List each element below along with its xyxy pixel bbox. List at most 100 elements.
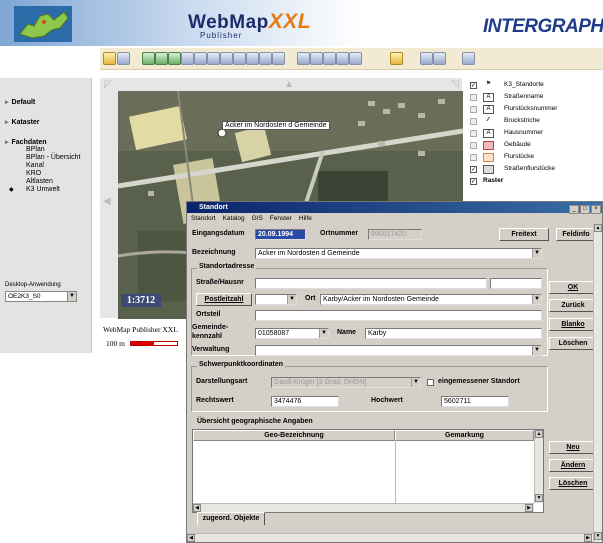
zoom-extent-icon[interactable] — [194, 52, 207, 65]
bookmark-icon[interactable] — [390, 52, 403, 65]
loeschen-button[interactable]: Löschen — [549, 337, 597, 350]
next-view-icon[interactable] — [220, 52, 233, 65]
loeschen-entry-button[interactable]: Löschen — [549, 477, 597, 490]
refresh-icon[interactable] — [233, 52, 246, 65]
layers-icon[interactable] — [246, 52, 259, 65]
redline-icon[interactable] — [336, 52, 349, 65]
table-icon[interactable] — [349, 52, 362, 65]
theme-item-active[interactable]: K3 Umwelt — [26, 186, 60, 193]
window-icon[interactable] — [117, 52, 130, 65]
zoom-out-icon[interactable] — [155, 52, 168, 65]
table-vscrollbar[interactable]: ▲ ▼ — [534, 430, 543, 503]
table-hscrollbar[interactable]: ◀ ▶ — [193, 503, 534, 512]
pan-icon[interactable] — [181, 52, 194, 65]
zoom-in-icon[interactable] — [142, 52, 155, 65]
aendern-button[interactable]: Ändern — [549, 459, 597, 472]
column-header-geo[interactable]: Geo-Bezeichnung — [193, 430, 395, 441]
column-header-gemarkung[interactable]: Gemarkung — [395, 430, 534, 441]
select-icon[interactable] — [323, 52, 336, 65]
search-icon[interactable] — [420, 52, 433, 65]
layer-checkbox[interactable] — [470, 154, 477, 161]
eingangsdatum-field[interactable]: 20.09.1994 — [255, 229, 306, 240]
group-kataster[interactable]: Kataster — [5, 118, 40, 126]
name-field[interactable]: Karby — [365, 328, 542, 339]
zurueck-button[interactable]: Zurück — [549, 299, 597, 312]
theme-item[interactable]: Altlasten — [26, 178, 53, 185]
home-icon[interactable] — [272, 52, 285, 65]
dialog-hscrollbar[interactable]: ◀ ▶ — [187, 533, 593, 542]
scroll-left-icon[interactable]: ◀ — [193, 504, 201, 512]
scroll-up-icon[interactable]: ▲ — [535, 430, 543, 438]
blanko-button[interactable]: Blanko — [549, 318, 597, 331]
ok-button[interactable]: OK — [549, 281, 597, 294]
zoom-window-icon[interactable] — [168, 52, 181, 65]
hochwert-field[interactable]: 5602711 — [441, 396, 509, 407]
menu-gis[interactable]: GIS — [252, 215, 263, 222]
rechtswert-field[interactable]: 3474476 — [271, 396, 339, 407]
dialog-vscrollbar[interactable]: ▲ ▼ — [593, 224, 602, 542]
layer-checkbox[interactable]: ✓ — [470, 166, 477, 173]
layer-checkbox[interactable] — [470, 130, 477, 137]
gemeindekennzahl-field[interactable]: 01058087 ▼ — [255, 328, 329, 339]
desktop-select[interactable]: OE2K3_S0 ▼ — [5, 291, 77, 302]
pan-northeast-icon[interactable]: ◹ — [451, 79, 459, 90]
theme-item[interactable]: Kanal — [26, 162, 44, 169]
menu-standort[interactable]: Standort — [191, 215, 216, 222]
neu-button[interactable]: Neu — [549, 441, 597, 454]
minimize-icon[interactable]: _ — [569, 205, 579, 214]
group-default[interactable]: Default — [5, 98, 36, 106]
strasse-field[interactable] — [255, 278, 487, 289]
layer-checkbox[interactable]: ✓ — [470, 82, 477, 89]
print-icon[interactable] — [103, 52, 116, 65]
ort-field[interactable]: Karby/Acker im Nordosten Gemeinde ▼ — [320, 294, 542, 305]
ortsteil-field[interactable] — [255, 310, 542, 321]
eingemessen-checkbox[interactable] — [427, 379, 434, 386]
settings-icon[interactable] — [433, 52, 446, 65]
pan-north-icon[interactable]: ▲ — [284, 79, 294, 90]
menu-katalog[interactable]: Katalog — [223, 215, 245, 222]
menu-hilfe[interactable]: Hilfe — [299, 215, 312, 222]
postleitzahl-button[interactable]: Postleitzahl — [196, 293, 252, 306]
postleitzahl-field[interactable]: ▼ — [255, 294, 297, 305]
close-icon[interactable]: × — [591, 205, 601, 214]
ortnummer-field[interactable]: 990017420 — [368, 229, 422, 240]
geo-table[interactable]: Geo-Bezeichnung Gemarkung ▲ ▼ ◀ ▶ — [192, 429, 544, 513]
verwaltung-field[interactable]: ▼ — [255, 345, 542, 356]
area-icon[interactable] — [310, 52, 323, 65]
company-logo: INTERGRAPH — [483, 16, 603, 37]
previous-view-icon[interactable] — [207, 52, 220, 65]
bezeichnung-field[interactable]: Acker im Nordosten d Gemeinde ▼ — [255, 248, 542, 259]
scroll-down-icon[interactable]: ▼ — [535, 494, 543, 502]
edit-icon[interactable] — [462, 52, 475, 65]
theme-item[interactable]: BPlan — [26, 146, 45, 153]
pan-west-icon[interactable]: ◀ — [103, 196, 111, 207]
pan-northwest-icon[interactable]: ◸ — [104, 79, 112, 90]
theme-item[interactable]: BPlan - Übersicht — [26, 154, 80, 161]
layer-checkbox[interactable] — [470, 118, 477, 125]
layer-checkbox[interactable] — [470, 94, 477, 101]
darstellungsart-field[interactable]: Gauß-Krüger [3 Grad, DHDN] ▼ — [271, 377, 421, 388]
scroll-left-icon[interactable]: ◀ — [187, 534, 195, 542]
menu-fenster[interactable]: Fenster — [270, 215, 292, 222]
freitext-button[interactable]: Freitext — [499, 228, 549, 241]
layer-checkbox[interactable] — [470, 142, 477, 149]
hausnummer-field[interactable] — [490, 278, 542, 289]
feldinfo-button[interactable]: Feldinfo — [556, 228, 596, 241]
tab-zugeordnete-objekte[interactable]: zugeord. Objekte — [197, 512, 265, 525]
layer-checkbox[interactable]: ✓ — [470, 178, 477, 185]
layer-checkbox[interactable] — [470, 106, 477, 113]
group-fachdaten[interactable]: Fachdaten — [5, 138, 47, 146]
theme-panel: Default Kataster Fachdaten BPlan BPlan -… — [0, 78, 92, 353]
dialog-menubar: Standort Katalog GIS Fenster Hilfe — [187, 214, 602, 224]
maximize-icon[interactable]: □ — [580, 205, 590, 214]
info-icon[interactable] — [259, 52, 272, 65]
chevron-down-icon: ▼ — [532, 346, 541, 355]
dialog-title[interactable]: Standort — [187, 202, 602, 213]
scroll-down-icon[interactable]: ▼ — [594, 532, 602, 540]
scroll-up-icon[interactable]: ▲ — [594, 224, 602, 232]
scroll-right-icon[interactable]: ▶ — [525, 504, 533, 512]
scroll-right-icon[interactable]: ▶ — [584, 534, 592, 542]
theme-item[interactable]: KRO — [26, 170, 41, 177]
app-banner: WebMapXXL Publisher INTERGRAPH — [0, 0, 603, 46]
measure-icon[interactable] — [297, 52, 310, 65]
